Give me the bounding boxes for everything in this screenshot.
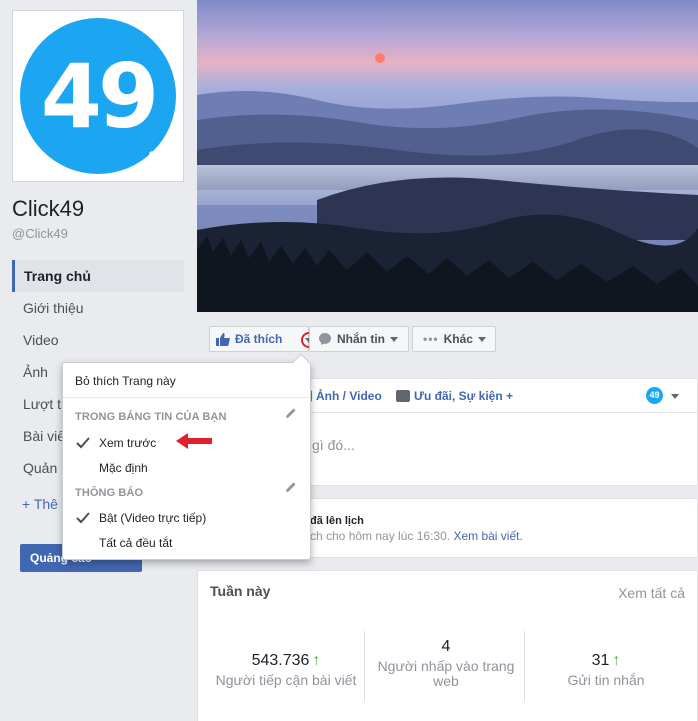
liked-dropdown-menu: Bỏ thích Trang này TRONG BẢNG TIN CỦA BẠ…: [62, 353, 311, 560]
see-all-link[interactable]: Xem tất cả: [618, 585, 685, 601]
stat-post-reach[interactable]: 543.736 ↑ Người tiếp cận bài viết: [206, 631, 366, 688]
page-action-bar: Đã thích Nhắn tin ••• Khác: [197, 312, 698, 366]
page-name[interactable]: Click49: [12, 196, 84, 222]
stat-label: Người tiếp cận bài viết: [215, 672, 357, 688]
week-title: Tuần này: [210, 583, 271, 599]
more-button[interactable]: ••• Khác: [412, 326, 496, 352]
calendar-icon: [396, 390, 410, 402]
camera-icon[interactable]: [149, 149, 171, 165]
stat-value: 31: [591, 652, 610, 669]
stat-value: 4: [441, 638, 451, 655]
liked-button[interactable]: Đã thích: [209, 326, 317, 352]
profile-picture[interactable]: 49: [12, 10, 184, 182]
page-avatar-badge[interactable]: 49: [646, 387, 663, 404]
tab-offer-event[interactable]: Ưu đãi, Sự kiện +: [396, 389, 513, 403]
message-label: Nhắn tin: [337, 332, 385, 346]
red-arrow-icon: [176, 433, 212, 449]
avatar-text: 49: [40, 44, 159, 148]
nav-item-videos[interactable]: Video: [12, 324, 184, 356]
checkmark-icon: [76, 437, 90, 449]
stat-label: Gửi tin nhắn: [567, 672, 645, 688]
page-handle[interactable]: @Click49: [12, 226, 68, 241]
more-dots-icon: •••: [423, 332, 439, 346]
add-tab-link[interactable]: + Thê: [22, 496, 58, 512]
divider: [524, 631, 525, 701]
thumbs-up-icon: [216, 332, 230, 346]
chevron-down-icon[interactable]: [671, 394, 679, 399]
stat-label: Người nhấp vào trang web: [377, 658, 515, 689]
see-first-option[interactable]: Xem trước: [99, 436, 156, 450]
all-off-option[interactable]: Tất cả đều tắt: [99, 536, 172, 550]
scheduled-title: đã lên lịch: [310, 515, 364, 527]
messenger-icon: [319, 333, 331, 345]
cover-landscape-image: [197, 0, 698, 312]
divider: [63, 397, 310, 398]
message-button[interactable]: Nhắn tin: [309, 326, 409, 352]
composer-placeholder[interactable]: gì đó...: [312, 437, 355, 453]
this-week-card: Tuần này Xem tất cả 543.736 ↑ Người tiếp …: [197, 570, 698, 721]
default-option[interactable]: Mặc định: [99, 461, 148, 475]
divider: [364, 631, 365, 701]
cover-photo[interactable]: [197, 0, 698, 312]
pencil-icon[interactable]: [285, 407, 297, 419]
nav-item-about[interactable]: Giới thiệu: [12, 292, 184, 324]
notifications-section-header: THÔNG BÁO: [75, 487, 144, 499]
chevron-down-icon: [477, 336, 486, 342]
newsfeed-section-header: TRONG BẢNG TIN CỦA BẠN: [75, 411, 227, 423]
live-video-on-option[interactable]: Bật (Video trực tiếp): [99, 511, 206, 525]
scheduled-subtitle: ch cho hôm nay lúc 16:30. Xem bài viết.: [310, 529, 523, 543]
chevron-down-icon: [390, 336, 398, 342]
liked-label: Đã thích: [235, 332, 283, 346]
stat-value: 543.736: [251, 652, 310, 669]
more-label: Khác: [443, 332, 473, 346]
left-column: 49 Click49 @Click49 Trang chủ Giới thiệu…: [0, 0, 196, 721]
nav-item-home[interactable]: Trang chủ: [12, 260, 184, 292]
unlike-page-item[interactable]: Bỏ thích Trang này: [75, 374, 176, 388]
stat-messages[interactable]: 31 ↑ Gửi tin nhắn: [526, 631, 686, 688]
trend-up-icon: ↑: [612, 652, 621, 669]
stat-website-clicks[interactable]: 4 Người nhấp vào trang web: [366, 631, 526, 689]
trend-up-icon: ↑: [312, 652, 321, 669]
checkmark-icon: [76, 512, 90, 524]
view-post-link[interactable]: Xem bài viết.: [453, 529, 522, 543]
pencil-icon[interactable]: [285, 481, 297, 493]
tab-photo-video[interactable]: Ảnh / Video: [308, 389, 382, 403]
